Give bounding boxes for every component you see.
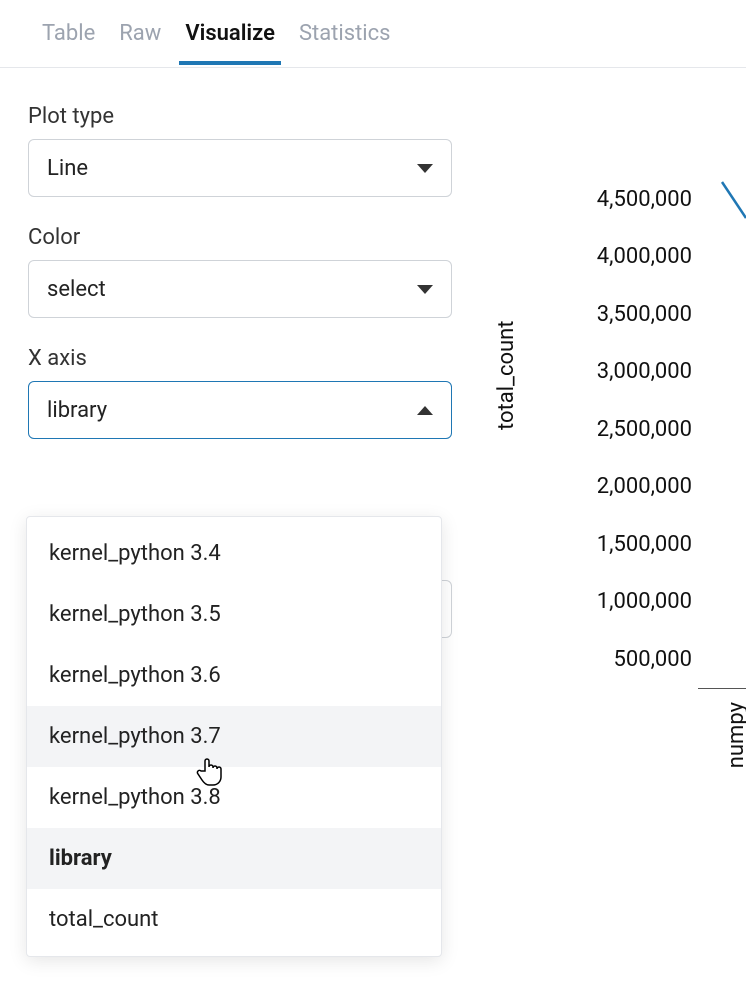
y-tick: 500,000 xyxy=(522,647,692,672)
x-axis-dropdown: kernel_python 3.4 kernel_python 3.5 kern… xyxy=(26,516,442,957)
x-axis-line xyxy=(698,688,746,689)
controls-panel: Plot type Line Color select X axis libra… xyxy=(0,68,472,439)
y-tick: 1,500,000 xyxy=(522,532,692,557)
x-axis-label: X axis xyxy=(28,346,444,371)
dropdown-item[interactable]: kernel_python 3.4 xyxy=(27,523,441,584)
y-tick: 4,500,000 xyxy=(522,187,692,212)
tab-visualize[interactable]: Visualize xyxy=(185,3,275,64)
y-tick: 2,000,000 xyxy=(522,474,692,499)
field-color: Color select xyxy=(28,225,444,318)
color-select[interactable]: select xyxy=(28,260,452,318)
chevron-down-icon xyxy=(417,285,433,294)
y-axis-title: total_count xyxy=(494,320,519,430)
color-value: select xyxy=(47,277,106,302)
color-label: Color xyxy=(28,225,444,250)
field-plot-type: Plot type Line xyxy=(28,104,444,197)
tab-statistics[interactable]: Statistics xyxy=(299,3,391,64)
dropdown-item[interactable]: kernel_python 3.6 xyxy=(27,645,441,706)
tab-table[interactable]: Table xyxy=(42,3,95,64)
y-tick: 3,000,000 xyxy=(522,359,692,384)
x-tick: numpy xyxy=(724,702,746,768)
chevron-up-icon xyxy=(417,406,433,415)
tab-raw[interactable]: Raw xyxy=(119,3,161,64)
y-tick: 1,000,000 xyxy=(522,589,692,614)
dropdown-item[interactable]: kernel_python 3.7 xyxy=(27,706,441,767)
y-tick: 3,500,000 xyxy=(522,302,692,327)
dropdown-item[interactable]: kernel_python 3.5 xyxy=(27,584,441,645)
plot-type-value: Line xyxy=(47,156,88,181)
plot-type-select[interactable]: Line xyxy=(28,139,452,197)
chevron-down-icon xyxy=(417,164,433,173)
x-axis-select[interactable]: library xyxy=(28,381,452,439)
y-tick: 2,500,000 xyxy=(522,417,692,442)
dropdown-item[interactable]: kernel_python 3.8 xyxy=(27,767,441,828)
tabs-bar: Table Raw Visualize Statistics xyxy=(0,0,746,68)
plot-type-label: Plot type xyxy=(28,104,444,129)
x-axis-value: library xyxy=(47,398,107,423)
dropdown-item[interactable]: total_count xyxy=(27,889,441,950)
dropdown-item[interactable]: library xyxy=(27,828,441,889)
chart-line xyxy=(720,180,746,220)
field-x-axis: X axis library xyxy=(28,346,444,439)
y-tick: 4,000,000 xyxy=(522,244,692,269)
